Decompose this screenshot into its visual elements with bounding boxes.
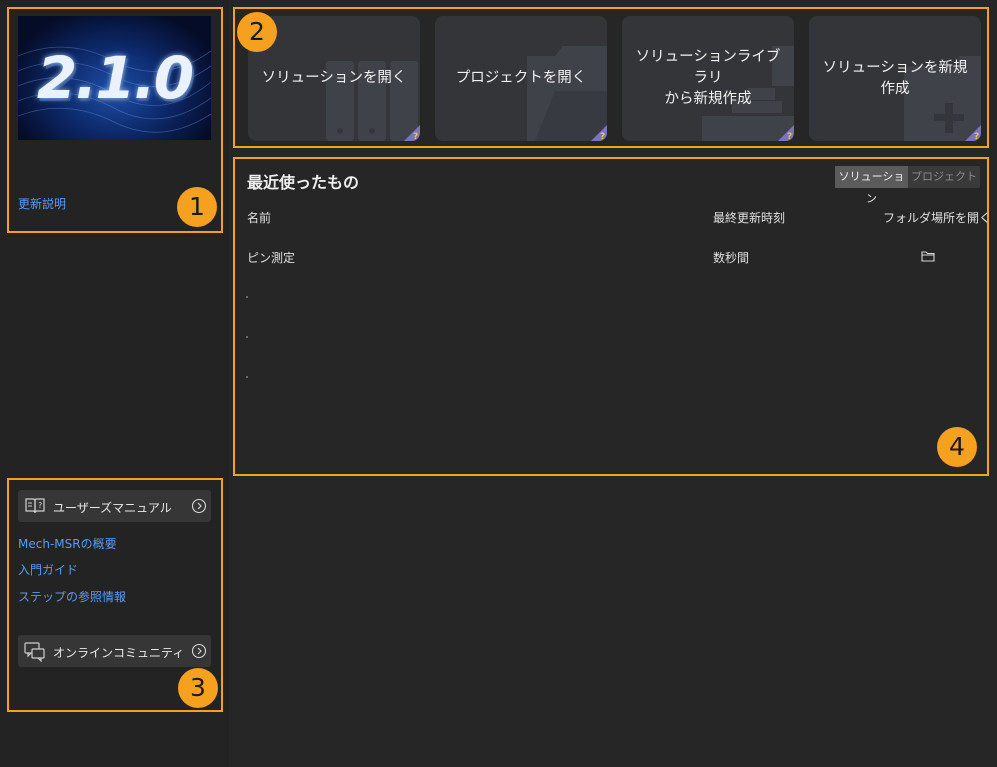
- annotation-badge-1: 1: [177, 187, 217, 227]
- annotation-badge-4: 4: [937, 427, 977, 467]
- annotation-box-4: [233, 157, 989, 476]
- annotation-badge-3: 3: [178, 668, 218, 708]
- annotation-badge-2: 2: [237, 12, 277, 52]
- annotation-box-2: [233, 7, 989, 148]
